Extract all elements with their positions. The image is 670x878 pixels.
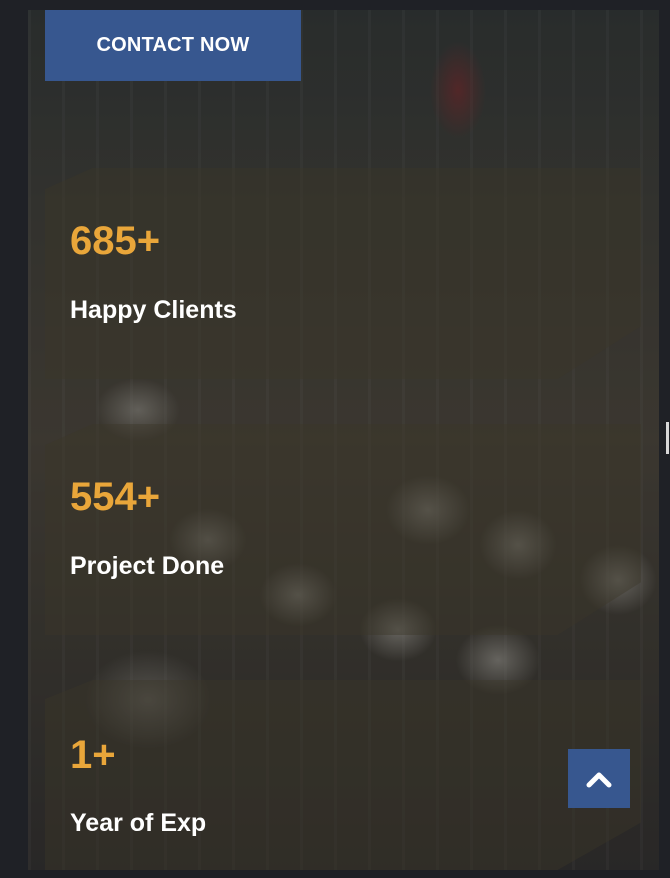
stat-card-year-of-exp: 1+ Year of Exp (45, 680, 641, 870)
scroll-to-top-button[interactable] (568, 749, 630, 808)
stat-label: Year of Exp (70, 809, 207, 837)
stat-label: Happy Clients (70, 296, 237, 324)
stat-card-project-done: 554+ Project Done (45, 424, 641, 635)
stat-label: Project Done (70, 552, 225, 580)
stat-card-happy-clients: 685+ Happy Clients (45, 168, 641, 379)
contact-now-button[interactable]: CONTACT NOW (45, 10, 301, 81)
scrollbar-thumb[interactable] (666, 422, 669, 454)
chevron-up-icon (586, 772, 612, 787)
stat-value: 1+ (70, 733, 116, 777)
stat-value: 685+ (70, 219, 161, 263)
stat-value: 554+ (70, 475, 161, 519)
stats-section: CONTACT NOW 685+ Happy Clients 554+ Proj… (28, 10, 659, 870)
